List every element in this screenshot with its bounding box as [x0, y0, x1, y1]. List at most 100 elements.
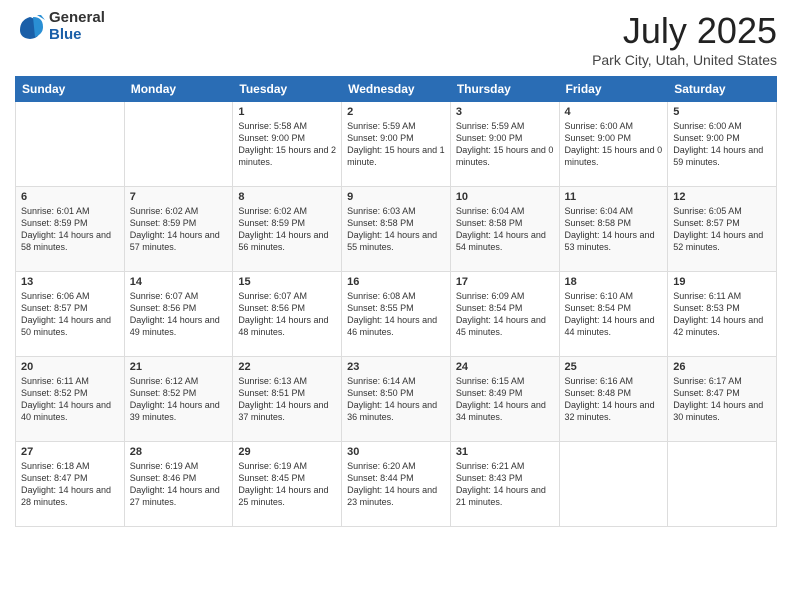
day-info: Sunrise: 6:17 AM Sunset: 8:47 PM Dayligh…	[673, 375, 771, 424]
day-cell: 21 Sunrise: 6:12 AM Sunset: 8:52 PM Dayli…	[124, 357, 233, 442]
day-number: 27	[21, 446, 119, 458]
day-cell: 20Sunrise: 6:11 AM Sunset: 8:52 PM Dayli…	[16, 357, 125, 442]
day-cell: 9 Sunrise: 6:03 AM Sunset: 8:58 PM Daylig…	[342, 187, 451, 272]
day-info: Sunrise: 6:07 AM Sunset: 8:56 PM Dayligh…	[130, 290, 228, 339]
day-number: 6	[21, 191, 119, 203]
title-block: July 2025 Park City, Utah, United States	[592, 10, 777, 68]
day-cell: 15 Sunrise: 6:07 AM Sunset: 8:56 PM Dayli…	[233, 272, 342, 357]
day-cell: 8Sunrise: 6:02 AM Sunset: 8:59 PM Daylig…	[233, 187, 342, 272]
day-number: 19	[673, 276, 771, 288]
day-info: Sunrise: 6:19 AM Sunset: 8:45 PM Dayligh…	[238, 460, 336, 509]
col-tuesday: Tuesday	[233, 77, 342, 102]
day-number: 13	[21, 276, 119, 288]
day-info: Sunrise: 6:21 AM Sunset: 8:43 PM Dayligh…	[456, 460, 554, 509]
day-info: Sunrise: 6:04 AM Sunset: 8:58 PM Dayligh…	[456, 205, 554, 254]
day-cell: 13 Sunrise: 6:06 AM Sunset: 8:57 PM Dayli…	[16, 272, 125, 357]
col-thursday: Thursday	[450, 77, 559, 102]
day-info: Sunrise: 6:10 AM Sunset: 8:54 PM Dayligh…	[565, 290, 663, 339]
day-cell: 24 Sunrise: 6:15 AM Sunset: 8:49 PM Dayli…	[450, 357, 559, 442]
day-number: 18	[565, 276, 663, 288]
day-info: Sunrise: 6:02 AM Sunset: 8:59 PM Dayligh…	[238, 205, 336, 254]
day-info: Sunrise: 5:58 AM Sunset: 9:00 PM Dayligh…	[238, 120, 336, 169]
day-number: 16	[347, 276, 445, 288]
day-info: Sunrise: 6:06 AM Sunset: 8:57 PM Dayligh…	[21, 290, 119, 339]
day-cell: 27 Sunrise: 6:18 AM Sunset: 8:47 PM Dayli…	[16, 442, 125, 527]
day-info: Sunrise: 6:15 AM Sunset: 8:49 PM Dayligh…	[456, 375, 554, 424]
day-number: 2	[347, 106, 445, 118]
day-number: 28	[130, 446, 228, 458]
day-cell: 14 Sunrise: 6:07 AM Sunset: 8:56 PM Dayli…	[124, 272, 233, 357]
day-cell: 10Sunrise: 6:04 AM Sunset: 8:58 PM Dayli…	[450, 187, 559, 272]
page: General Blue July 2025 Park City, Utah, …	[0, 0, 792, 612]
logo-blue: Blue	[49, 27, 105, 44]
col-saturday: Saturday	[668, 77, 777, 102]
day-number: 23	[347, 361, 445, 373]
day-info: Sunrise: 6:03 AM Sunset: 8:58 PM Dayligh…	[347, 205, 445, 254]
day-number: 15	[238, 276, 336, 288]
day-cell	[124, 102, 233, 187]
calendar-header: Sunday Monday Tuesday Wednesday Thursday…	[16, 77, 777, 102]
col-wednesday: Wednesday	[342, 77, 451, 102]
day-number: 4	[565, 106, 663, 118]
logo-icon	[15, 12, 45, 42]
subtitle: Park City, Utah, United States	[592, 52, 777, 68]
day-info: Sunrise: 6:18 AM Sunset: 8:47 PM Dayligh…	[21, 460, 119, 509]
day-cell: 1Sunrise: 5:58 AM Sunset: 9:00 PM Daylig…	[233, 102, 342, 187]
day-info: Sunrise: 5:59 AM Sunset: 9:00 PM Dayligh…	[347, 120, 445, 169]
week-row-3: 20Sunrise: 6:11 AM Sunset: 8:52 PM Dayli…	[16, 357, 777, 442]
day-cell: 2 Sunrise: 5:59 AM Sunset: 9:00 PM Daylig…	[342, 102, 451, 187]
day-cell: 28 Sunrise: 6:19 AM Sunset: 8:46 PM Dayli…	[124, 442, 233, 527]
day-number: 24	[456, 361, 554, 373]
logo-general: General	[49, 10, 105, 27]
day-number: 9	[347, 191, 445, 203]
day-cell: 19 Sunrise: 6:11 AM Sunset: 8:53 PM Dayli…	[668, 272, 777, 357]
day-cell	[668, 442, 777, 527]
day-number: 14	[130, 276, 228, 288]
day-cell: 25Sunrise: 6:16 AM Sunset: 8:48 PM Dayli…	[559, 357, 668, 442]
day-cell: 17 Sunrise: 6:09 AM Sunset: 8:54 PM Dayli…	[450, 272, 559, 357]
day-number: 29	[238, 446, 336, 458]
header: General Blue July 2025 Park City, Utah, …	[15, 10, 777, 68]
day-info: Sunrise: 6:14 AM Sunset: 8:50 PM Dayligh…	[347, 375, 445, 424]
col-sunday: Sunday	[16, 77, 125, 102]
day-cell	[559, 442, 668, 527]
day-info: Sunrise: 5:59 AM Sunset: 9:00 PM Dayligh…	[456, 120, 554, 169]
day-info: Sunrise: 6:00 AM Sunset: 9:00 PM Dayligh…	[673, 120, 771, 169]
col-monday: Monday	[124, 77, 233, 102]
day-info: Sunrise: 6:05 AM Sunset: 8:57 PM Dayligh…	[673, 205, 771, 254]
day-info: Sunrise: 6:13 AM Sunset: 8:51 PM Dayligh…	[238, 375, 336, 424]
day-number: 7	[130, 191, 228, 203]
day-info: Sunrise: 6:19 AM Sunset: 8:46 PM Dayligh…	[130, 460, 228, 509]
day-info: Sunrise: 6:12 AM Sunset: 8:52 PM Dayligh…	[130, 375, 228, 424]
day-cell: 7 Sunrise: 6:02 AM Sunset: 8:59 PM Daylig…	[124, 187, 233, 272]
day-cell: 5Sunrise: 6:00 AM Sunset: 9:00 PM Daylig…	[668, 102, 777, 187]
week-row-4: 27 Sunrise: 6:18 AM Sunset: 8:47 PM Dayli…	[16, 442, 777, 527]
day-cell: 26 Sunrise: 6:17 AM Sunset: 8:47 PM Dayli…	[668, 357, 777, 442]
day-number: 12	[673, 191, 771, 203]
day-number: 26	[673, 361, 771, 373]
day-info: Sunrise: 6:20 AM Sunset: 8:44 PM Dayligh…	[347, 460, 445, 509]
day-info: Sunrise: 6:00 AM Sunset: 9:00 PM Dayligh…	[565, 120, 663, 169]
week-row-2: 13 Sunrise: 6:06 AM Sunset: 8:57 PM Dayli…	[16, 272, 777, 357]
day-info: Sunrise: 6:02 AM Sunset: 8:59 PM Dayligh…	[130, 205, 228, 254]
day-cell: 29 Sunrise: 6:19 AM Sunset: 8:45 PM Dayli…	[233, 442, 342, 527]
day-info: Sunrise: 6:09 AM Sunset: 8:54 PM Dayligh…	[456, 290, 554, 339]
day-info: Sunrise: 6:01 AM Sunset: 8:59 PM Dayligh…	[21, 205, 119, 254]
day-cell: 18 Sunrise: 6:10 AM Sunset: 8:54 PM Dayli…	[559, 272, 668, 357]
day-info: Sunrise: 6:11 AM Sunset: 8:53 PM Dayligh…	[673, 290, 771, 339]
day-info: Sunrise: 6:07 AM Sunset: 8:56 PM Dayligh…	[238, 290, 336, 339]
day-number: 21	[130, 361, 228, 373]
day-number: 11	[565, 191, 663, 203]
day-cell: 16Sunrise: 6:08 AM Sunset: 8:55 PM Dayli…	[342, 272, 451, 357]
day-number: 17	[456, 276, 554, 288]
day-cell: 22 Sunrise: 6:13 AM Sunset: 8:51 PM Dayli…	[233, 357, 342, 442]
day-number: 20	[21, 361, 119, 373]
day-cell: 23 Sunrise: 6:14 AM Sunset: 8:50 PM Dayli…	[342, 357, 451, 442]
day-number: 22	[238, 361, 336, 373]
calendar: Sunday Monday Tuesday Wednesday Thursday…	[15, 76, 777, 527]
logo: General Blue	[15, 10, 105, 43]
day-cell: 11Sunrise: 6:04 AM Sunset: 8:58 PM Dayli…	[559, 187, 668, 272]
day-cell: 30Sunrise: 6:20 AM Sunset: 8:44 PM Dayli…	[342, 442, 451, 527]
day-cell: 31Sunrise: 6:21 AM Sunset: 8:43 PM Dayli…	[450, 442, 559, 527]
day-cell: 6 Sunrise: 6:01 AM Sunset: 8:59 PM Daylig…	[16, 187, 125, 272]
